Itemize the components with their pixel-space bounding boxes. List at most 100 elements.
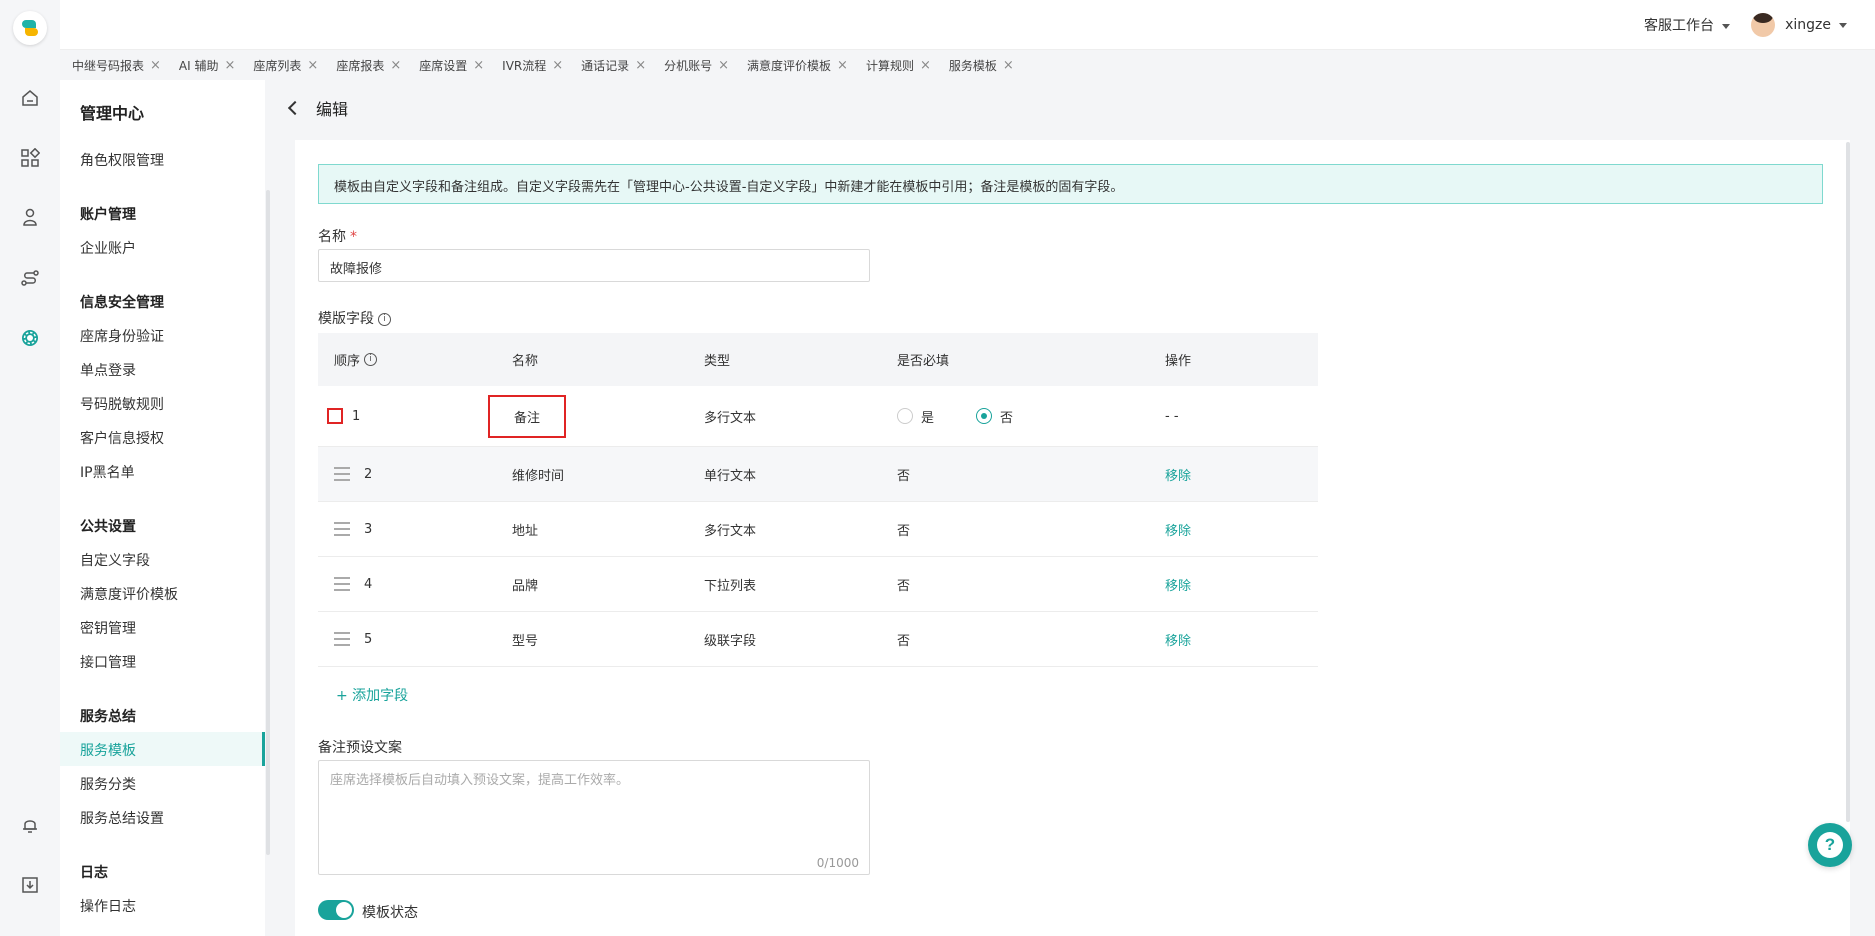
sidebar-group-title: 信息安全管理 [80,295,164,311]
close-icon[interactable]: × [920,58,931,73]
remove-link[interactable]: 移除 [1165,579,1191,594]
header-cell: 是否必填 [897,354,950,369]
sidebar-item[interactable]: 座席身份验证 [80,326,164,346]
sidebar-item[interactable]: IP黑名单 [80,462,135,482]
sidebar-item[interactable]: 单点登录 [80,360,136,380]
app-logo[interactable] [13,11,47,45]
close-icon[interactable]: × [473,58,484,73]
tab[interactable]: 座席设置 × [419,57,484,74]
type-cell: 级联字段 [704,633,757,649]
close-icon[interactable]: × [307,58,318,73]
table-row: 1 备注 多行文本 是 否 - - [318,386,1318,447]
order-cell: 4 [318,577,512,592]
close-icon[interactable]: × [552,58,563,73]
order-value: 1 [352,408,361,424]
apps-icon[interactable] [18,146,42,170]
close-icon[interactable]: × [1003,58,1014,73]
page-title: 编辑 [316,100,349,119]
info-icon[interactable]: i [364,353,378,366]
sidebar-item[interactable]: 服务总结设置 [80,808,164,828]
drag-handle-icon[interactable] [334,467,350,481]
agent-icon[interactable] [18,205,42,229]
name-label-text: 名称 [318,229,346,245]
fields-label-text: 模版字段 [318,311,374,327]
sidebar-group-title: 日志 [80,865,108,881]
tab[interactable]: IVR流程 × [502,57,563,74]
tab[interactable]: 座席列表 × [253,57,318,74]
tab-bar: 中继号码报表 × AI 辅助 × 座席列表 × 座席报表 × 座席设置 × IVR流程 × … [60,50,1875,80]
sidebar-item[interactable]: 满意度评价模板 [80,584,178,604]
add-field-button[interactable]: + 添加字段 [336,685,408,705]
type-cell: 下拉列表 [704,578,757,594]
tab[interactable]: 通话记录 × [581,57,646,74]
bell-icon[interactable] [18,813,42,837]
avatar [1751,13,1776,37]
tab[interactable]: 中继号码报表 × [72,57,161,74]
home-icon[interactable] [18,86,42,110]
order-value: 4 [364,576,373,592]
tab-label: 服务模板 [948,58,997,73]
close-icon[interactable]: × [718,58,729,73]
sidebar-item-role-permissions[interactable]: 角色权限管理 [80,150,164,170]
tab[interactable]: 满意度评价模板 × [747,57,848,74]
sidebar-item[interactable]: 密钥管理 [80,618,136,638]
sidebar-item[interactable]: 企业账户 [80,238,136,258]
tab-active[interactable]: 服务模板 × [949,57,1014,74]
help-button[interactable]: ? [1808,823,1852,867]
info-icon[interactable]: i [378,312,391,326]
name-cell: 品牌 [512,578,539,594]
field-name: 备注 [488,394,567,438]
tab[interactable]: 计算规则 × [866,57,931,74]
user-menu[interactable]: xingze [1751,13,1847,37]
sidebar-item[interactable]: 接口管理 [80,652,136,672]
route-icon[interactable] [18,266,42,290]
sidebar-scrollbar[interactable] [266,190,270,855]
top-bar: 客服工作台 xingze [60,0,1875,50]
radio-required-no[interactable]: 否 [976,407,1013,426]
status-toggle[interactable] [318,900,354,920]
tab[interactable]: 座席报表 × [336,57,401,74]
char-counter: 0/1000 [816,856,859,870]
close-icon[interactable]: × [837,58,848,73]
remove-link[interactable]: 移除 [1165,524,1191,539]
order-cell: 2 [318,467,512,482]
required-cell: 否 [897,578,911,594]
settings-icon[interactable] [18,326,42,350]
close-icon[interactable]: × [390,58,401,73]
sidebar-item[interactable]: 自定义字段 [80,550,150,570]
close-icon[interactable]: × [225,58,236,73]
sidebar-item[interactable]: 服务分类 [80,774,136,794]
sidebar-item-active[interactable]: 服务模板 [80,740,136,760]
tab[interactable]: AI 辅助 × [179,57,235,74]
table-row: 5 型号 级联字段 否 移除 [318,612,1318,667]
close-icon[interactable]: × [150,58,161,73]
table-row: 3 地址 多行文本 否 移除 [318,502,1318,557]
radio-label: 是 [921,410,935,426]
drag-handle-icon[interactable] [327,408,343,424]
header-cell: 操作 [1165,354,1192,369]
remove-link[interactable]: 移除 [1165,634,1191,649]
download-icon[interactable] [18,873,42,897]
sidebar-item[interactable]: 号码脱敏规则 [80,394,164,414]
required-cell: 否 [897,523,911,539]
order-value: 5 [364,631,373,647]
order-value: 3 [364,521,373,537]
order-cell: 3 [318,522,512,537]
type-cell: 多行文本 [704,523,757,539]
drag-handle-icon[interactable] [334,632,350,646]
workspace-dropdown[interactable]: 客服工作台 [1644,15,1730,35]
name-input[interactable]: 故障报修 [318,249,870,282]
drag-handle-icon[interactable] [334,577,350,591]
remove-link[interactable]: 移除 [1165,469,1191,484]
sidebar-item[interactable]: 操作日志 [80,896,136,916]
order-cell: 5 [318,632,512,647]
content-scrollbar[interactable] [1846,142,1850,822]
radio-required-yes[interactable]: 是 [897,407,934,426]
tab[interactable]: 分机账号 × [664,57,729,74]
sidebar: 管理中心 角色权限管理 账户管理 企业账户 信息安全管理 座席身份验证 单点登录… [60,80,265,936]
close-icon[interactable]: × [635,58,646,73]
drag-handle-icon[interactable] [334,522,350,536]
sidebar-item[interactable]: 客户信息授权 [80,428,164,448]
remark-textarea[interactable]: 座席选择模板后自动填入预设文案，提高工作效率。 0/1000 [318,760,870,875]
back-icon[interactable] [287,100,303,116]
